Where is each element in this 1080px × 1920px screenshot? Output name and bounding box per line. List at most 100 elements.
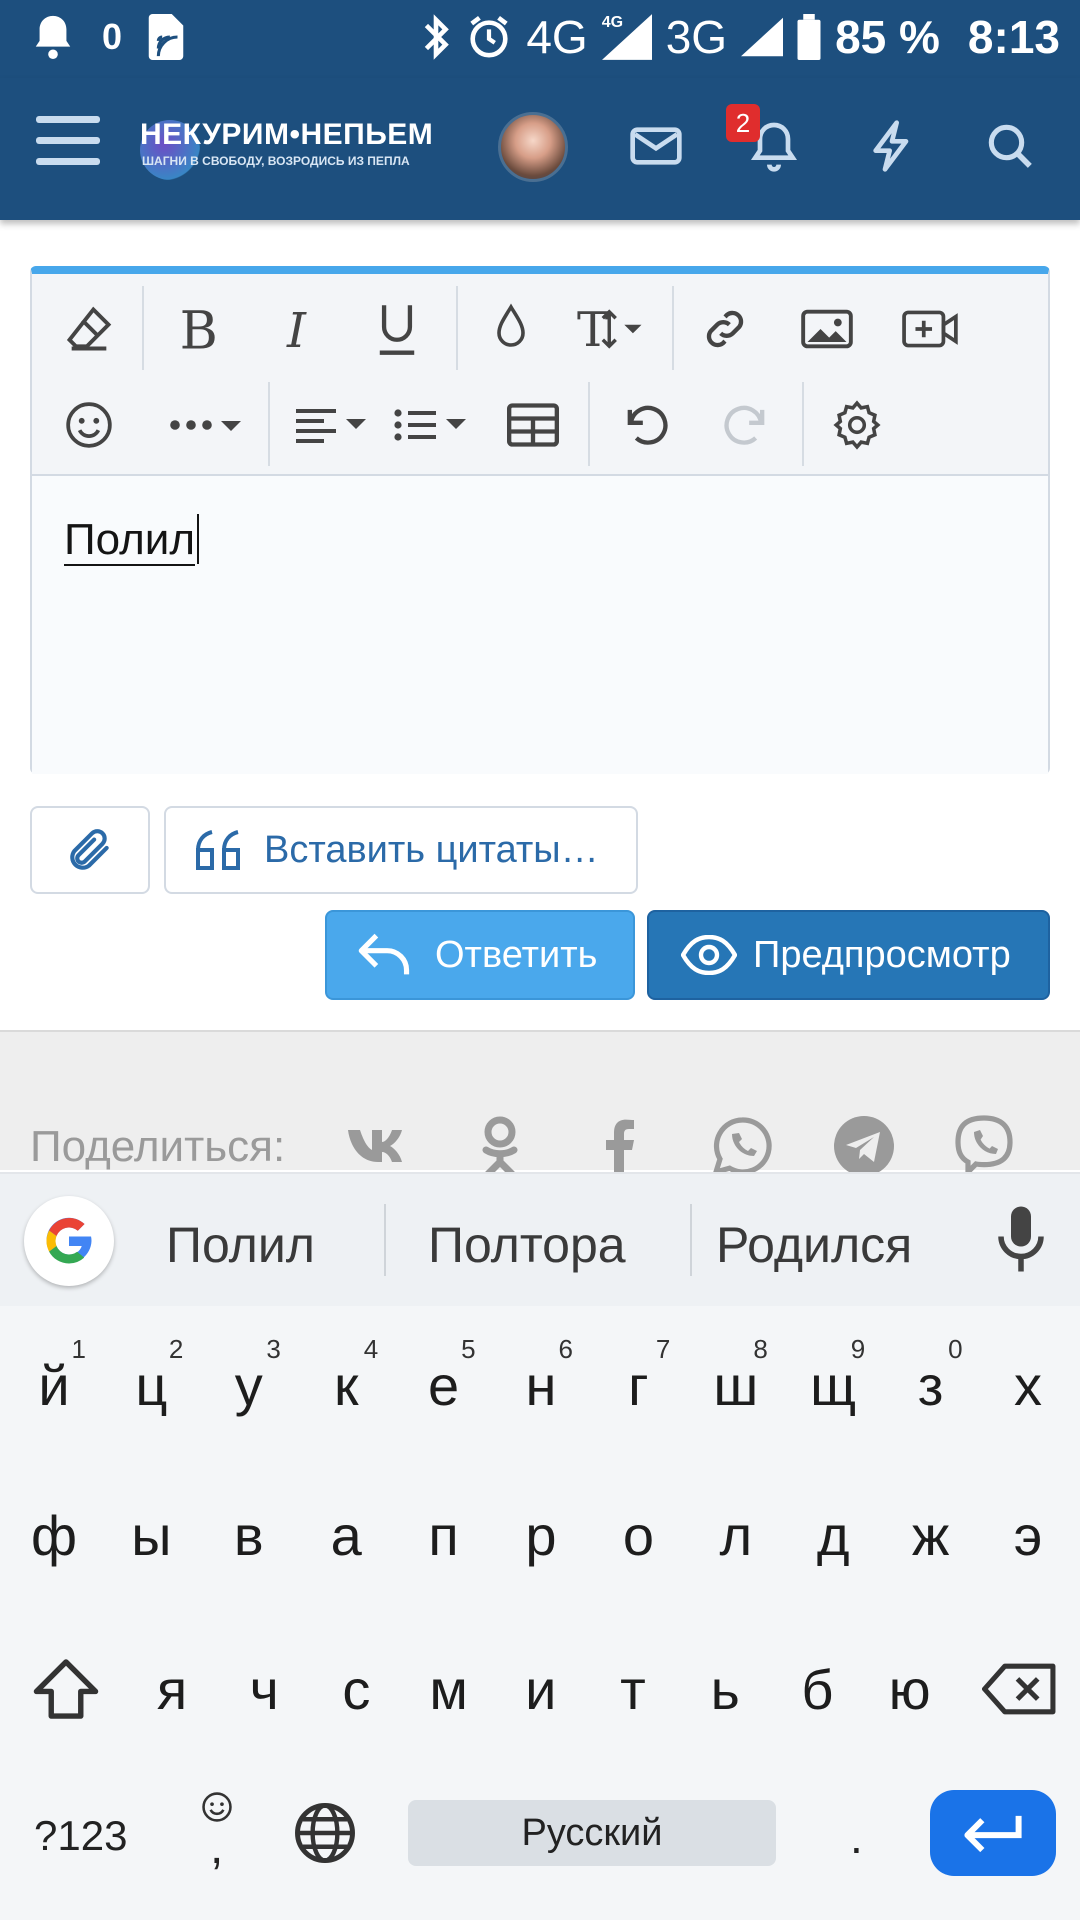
key[interactable]: е5 — [396, 1320, 492, 1450]
key[interactable]: й1 — [6, 1320, 102, 1450]
language-globe-key[interactable] — [292, 1800, 358, 1866]
suggestion-strip: Полил Полтора Родился — [0, 1174, 1080, 1306]
align-button[interactable] — [284, 390, 380, 460]
key[interactable]: ю — [862, 1624, 958, 1754]
key[interactable]: о — [590, 1470, 686, 1600]
attach-files-button[interactable] — [30, 806, 150, 894]
key[interactable]: ц2 — [103, 1320, 199, 1450]
enter-key[interactable] — [930, 1790, 1056, 1876]
reply-label: Ответить — [435, 933, 598, 976]
text-color-button[interactable] — [476, 294, 546, 364]
space-bar[interactable]: Русский — [408, 1800, 776, 1866]
key[interactable]: л — [688, 1470, 784, 1600]
clear-formatting-button[interactable] — [54, 294, 124, 364]
status-bar: 0 4G 4G 3G 85 % 8:13 — [0, 0, 1080, 78]
symbols-key[interactable]: ?123 — [34, 1812, 127, 1860]
key[interactable]: п — [396, 1470, 492, 1600]
suggestion-1[interactable]: Полил — [166, 1216, 315, 1274]
key[interactable]: з0 — [883, 1320, 979, 1450]
underline-button[interactable] — [362, 294, 432, 364]
key[interactable]: р — [493, 1470, 589, 1600]
battery-percent: 85 % — [835, 11, 940, 63]
key[interactable]: б — [769, 1624, 865, 1754]
suggestion-separator — [384, 1204, 386, 1276]
key[interactable]: к4 — [298, 1320, 394, 1450]
shift-key[interactable] — [16, 1624, 116, 1754]
key-hint: 3 — [266, 1334, 281, 1364]
viber-icon[interactable] — [952, 1114, 1016, 1178]
editor-text-area[interactable]: Полил — [32, 476, 1048, 774]
key[interactable]: я — [124, 1624, 220, 1754]
battery-icon — [797, 14, 821, 60]
search-icon[interactable] — [982, 118, 1038, 174]
menu-hamburger-icon[interactable] — [36, 116, 100, 172]
key[interactable]: ш8 — [688, 1320, 784, 1450]
lightning-icon[interactable] — [864, 118, 920, 174]
key[interactable]: у3 — [201, 1320, 297, 1450]
key[interactable]: н6 — [493, 1320, 589, 1450]
telegram-icon[interactable] — [832, 1114, 896, 1178]
key[interactable]: ы — [103, 1470, 199, 1600]
bold-button[interactable]: B — [162, 294, 232, 364]
key[interactable]: х — [980, 1320, 1076, 1450]
align-left-icon — [296, 409, 366, 443]
preview-button[interactable]: Предпросмотр — [647, 910, 1050, 1000]
reply-arrow-icon — [358, 933, 410, 975]
key[interactable]: с — [308, 1624, 404, 1754]
font-size-button[interactable]: T — [570, 294, 670, 364]
insert-quotes-button[interactable]: Вставить цитаты… — [164, 806, 638, 894]
microphone-icon[interactable] — [996, 1204, 1046, 1274]
share-bar: Поделиться: — [0, 1030, 1080, 1178]
key-hint: 0 — [948, 1334, 963, 1364]
undo-button[interactable] — [610, 390, 680, 460]
comma-emoji-key[interactable]: , — [196, 1790, 240, 1874]
suggestion-2[interactable]: Полтора — [428, 1216, 626, 1274]
period-key[interactable]: . — [850, 1810, 863, 1864]
facebook-icon[interactable] — [588, 1114, 652, 1178]
toolbar-separator — [142, 286, 144, 370]
whatsapp-icon[interactable] — [710, 1114, 774, 1178]
key[interactable]: в — [201, 1470, 297, 1600]
user-avatar[interactable] — [498, 112, 568, 182]
bold-icon: B — [180, 303, 218, 355]
key[interactable]: ч — [216, 1624, 312, 1754]
key[interactable]: и — [493, 1624, 589, 1754]
insert-media-button[interactable] — [896, 294, 966, 364]
redo-button[interactable] — [712, 390, 782, 460]
key[interactable]: м — [401, 1624, 497, 1754]
key[interactable]: э — [980, 1470, 1076, 1600]
italic-icon: I — [286, 303, 307, 355]
site-header: НЕКУРИМ•НЕПЬЕМ ШАГНИ В СВОБОДУ, ВОЗРОДИС… — [0, 78, 1080, 220]
list-button[interactable] — [384, 390, 480, 460]
backspace-key[interactable] — [970, 1624, 1070, 1754]
key[interactable]: ж — [883, 1470, 979, 1600]
key[interactable]: д — [785, 1470, 881, 1600]
italic-button[interactable]: I — [264, 294, 334, 364]
insert-link-button[interactable] — [690, 294, 760, 364]
more-options-button[interactable] — [152, 390, 262, 460]
suggestion-3[interactable]: Родился — [716, 1216, 912, 1274]
odnoklassniki-icon[interactable] — [468, 1114, 532, 1178]
suggestion-separator — [690, 1204, 692, 1276]
mail-icon[interactable] — [628, 118, 684, 174]
emoji-button[interactable] — [54, 390, 124, 460]
insert-table-button[interactable] — [498, 390, 568, 460]
key[interactable]: ь — [677, 1624, 773, 1754]
insert-image-button[interactable] — [792, 294, 862, 364]
preview-label: Предпросмотр — [753, 933, 1011, 976]
google-logo-button[interactable] — [24, 1196, 114, 1286]
key[interactable]: т — [585, 1624, 681, 1754]
key[interactable]: ф — [6, 1470, 102, 1600]
key-label: х — [1014, 1353, 1042, 1417]
editor-settings-button[interactable] — [822, 390, 892, 460]
vk-icon[interactable] — [344, 1114, 408, 1178]
key-label: г — [628, 1353, 649, 1417]
site-logo[interactable]: НЕКУРИМ•НЕПЬЕМ ШАГНИ В СВОБОДУ, ВОЗРОДИС… — [140, 118, 440, 188]
key-hint: 7 — [655, 1334, 671, 1364]
key[interactable]: щ9 — [785, 1320, 881, 1450]
logo-tagline: ШАГНИ В СВОБОДУ, ВОЗРОДИСЬ ИЗ ПЕПЛА — [142, 154, 410, 168]
key-label: е — [428, 1353, 460, 1417]
key[interactable]: г7 — [590, 1320, 686, 1450]
key[interactable]: а — [298, 1470, 394, 1600]
reply-button[interactable]: Ответить — [325, 910, 635, 1000]
